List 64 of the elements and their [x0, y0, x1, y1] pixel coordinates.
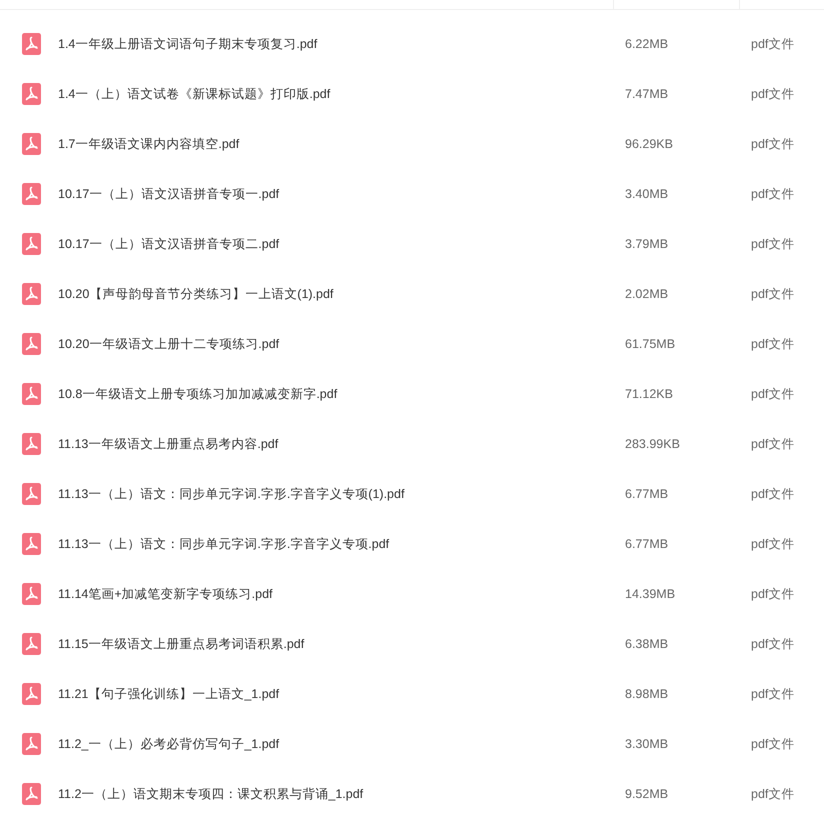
file-size: 283.99KB — [625, 436, 681, 453]
file-type: pdf文件 — [751, 336, 794, 353]
file-type: pdf文件 — [751, 786, 794, 803]
pdf-file-icon — [22, 33, 41, 55]
file-name[interactable]: 11.21【句子强化训练】一上语文_1.pdf — [58, 684, 614, 704]
file-name[interactable]: 1.4一（上）语文试卷《新课标试题》打印版.pdf — [58, 84, 614, 104]
file-size: 3.30MB — [625, 736, 670, 753]
file-size: 6.22MB — [625, 36, 670, 53]
file-name[interactable]: 10.20一年级语文上册十二专项练习.pdf — [58, 334, 614, 354]
file-type: pdf文件 — [751, 586, 794, 603]
pdf-file-icon — [22, 783, 41, 805]
file-type: pdf文件 — [751, 386, 794, 403]
file-name[interactable]: 11.13一（上）语文：同步单元字词.字形.字音字义专项(1).pdf — [58, 484, 614, 504]
file-size: 14.39MB — [625, 586, 676, 603]
file-size: 3.40MB — [625, 186, 670, 203]
file-type: pdf文件 — [751, 636, 794, 653]
file-type: pdf文件 — [751, 536, 794, 553]
file-name[interactable]: 11.2一（上）语文期末专项四：课文积累与背诵_1.pdf — [58, 784, 614, 804]
pdf-file-icon — [22, 633, 41, 655]
pdf-file-icon — [22, 733, 41, 755]
pdf-file-icon — [22, 433, 41, 455]
file-size: 61.75MB — [625, 336, 676, 353]
file-type: pdf文件 — [751, 686, 794, 703]
file-size: 9.52MB — [625, 786, 670, 803]
file-type: pdf文件 — [751, 86, 794, 103]
file-type: pdf文件 — [751, 186, 794, 203]
pdf-file-icon — [22, 333, 41, 355]
pdf-file-icon — [22, 583, 41, 605]
file-size: 6.77MB — [625, 486, 670, 503]
file-name[interactable]: 11.13一年级语文上册重点易考内容.pdf — [58, 434, 614, 454]
file-name[interactable]: 11.13一（上）语文：同步单元字词.字形.字音字义专项.pdf — [58, 534, 614, 554]
file-type: pdf文件 — [751, 436, 794, 453]
pdf-file-icon — [22, 683, 41, 705]
pdf-file-icon — [22, 483, 41, 505]
file-size: 96.29KB — [625, 136, 674, 153]
file-name[interactable]: 10.8一年级语文上册专项练习加加减减变新字.pdf — [58, 384, 614, 404]
file-type: pdf文件 — [751, 236, 794, 253]
file-type: pdf文件 — [751, 286, 794, 303]
file-size: 8.98MB — [625, 686, 670, 703]
file-type: pdf文件 — [751, 486, 794, 503]
file-size: 6.38MB — [625, 636, 670, 653]
pdf-file-icon — [22, 83, 41, 105]
file-size: 3.79MB — [625, 236, 670, 253]
file-name[interactable]: 1.7一年级语文课内内容填空.pdf — [58, 134, 614, 154]
file-name[interactable]: 1.4一年级上册语文词语句子期末专项复习.pdf — [58, 34, 614, 54]
file-type: pdf文件 — [751, 36, 794, 53]
file-name[interactable]: 10.20【声母韵母音节分类练习】一上语文(1).pdf — [58, 284, 614, 304]
file-size: 71.12KB — [625, 386, 674, 403]
pdf-file-icon — [22, 283, 41, 305]
file-name[interactable]: 11.2_一（上）必考必背仿写句子_1.pdf — [58, 734, 614, 754]
pdf-file-icon — [22, 383, 41, 405]
file-name[interactable]: 11.15一年级语文上册重点易考词语积累.pdf — [58, 634, 614, 654]
file-name[interactable]: 10.17一（上）语文汉语拼音专项一.pdf — [58, 184, 614, 204]
pdf-file-icon — [22, 533, 41, 555]
file-type: pdf文件 — [751, 736, 794, 753]
file-name[interactable]: 11.14笔画+加减笔变新字专项练习.pdf — [58, 584, 614, 604]
pdf-file-icon — [22, 233, 41, 255]
pdf-file-icon — [22, 133, 41, 155]
file-name[interactable]: 10.17一（上）语文汉语拼音专项二.pdf — [58, 234, 614, 254]
pdf-file-icon — [22, 183, 41, 205]
file-size: 2.02MB — [625, 286, 670, 303]
file-type: pdf文件 — [751, 136, 794, 153]
file-size: 6.77MB — [625, 536, 670, 553]
file-size: 7.47MB — [625, 86, 670, 103]
